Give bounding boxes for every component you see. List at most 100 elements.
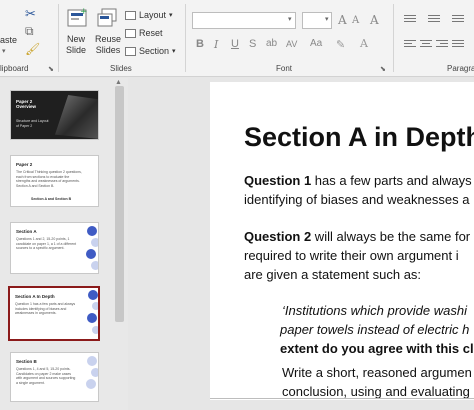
clear-formatting-icon[interactable]: A (370, 13, 379, 27)
grow-font-icon[interactable]: A (338, 13, 347, 27)
slide-thumbnail-3[interactable]: Section A Questions 1 and 2, 15-20 point… (10, 222, 99, 274)
font-size-chevron-icon[interactable]: ▾ (325, 15, 329, 23)
quote-line[interactable]: Write a short, reasoned argumen (282, 365, 472, 380)
slide-thumbnail-1[interactable]: Paper 2 Overview Structure and Layout of… (10, 90, 99, 140)
thumbnail-title: Section A In Depth (15, 294, 55, 299)
thumbnail-text: Structure and Layout of Paper 2 (16, 119, 49, 128)
paste-dropdown-icon[interactable]: ▾ (2, 47, 6, 55)
decorative-dot (91, 238, 98, 247)
section-icon (125, 46, 136, 56)
decrease-indent-icon[interactable] (452, 15, 464, 25)
quote-line[interactable]: paper towels instead of electric h (280, 322, 469, 337)
decorative-dot (92, 302, 98, 310)
decorative-dot (87, 226, 97, 236)
bold-term: Question 2 (244, 229, 312, 244)
bold-term: Question 1 (244, 173, 312, 188)
layout-label: Layout (139, 10, 167, 20)
copy-icon[interactable]: ⧉ (25, 24, 34, 39)
slide-text-line[interactable]: identifying of biases and weaknesses a (244, 192, 469, 207)
svg-text:+: + (80, 7, 88, 17)
quote-line[interactable]: ‘Institutions which provide washi (282, 303, 467, 318)
reset-button[interactable]: Reset (125, 28, 163, 38)
font-family-select[interactable] (192, 12, 296, 29)
layout-icon (125, 10, 136, 20)
thumbnail-graphic (55, 95, 98, 139)
slides-group-label: Slides (110, 64, 132, 73)
numbering-icon[interactable] (428, 15, 440, 25)
shrink-font-icon[interactable]: A (352, 15, 359, 26)
decorative-dot (91, 261, 98, 270)
thumbnail-scrollbar[interactable] (115, 86, 124, 322)
paragraph-group-label: Paragra (447, 64, 474, 73)
thumbnail-title: Section A (16, 229, 37, 234)
font-family-chevron-icon[interactable]: ▾ (288, 15, 292, 23)
thumbnail-text: Question 1 has a few parts and always in… (15, 302, 76, 315)
decorative-dot (86, 249, 96, 259)
clipboard-group-label: lipboard (0, 64, 29, 73)
slide-thumbnail-4[interactable]: Section A In Depth Question 1 has a few … (8, 286, 100, 341)
slide-text-line[interactable]: are given a statement such as: (244, 267, 421, 282)
new-slide-button[interactable]: New Slide (60, 34, 92, 56)
decorative-dot (92, 326, 98, 334)
character-spacing-button[interactable]: AV (286, 39, 297, 49)
decorative-dot (87, 313, 97, 323)
ribbon: ✂ ⧉ 🖌 aste ▾ lipboard ⬊ + New Slide Reus… (0, 0, 474, 77)
thumbnail-title: Paper 2 Overview (16, 99, 37, 109)
thumbnail-title: Section B (16, 359, 37, 364)
section-button[interactable]: Section ▾ (125, 46, 176, 56)
reuse-slides-icon[interactable] (96, 6, 118, 30)
slide-heading[interactable]: Section A in Depth (244, 122, 474, 153)
bold-button[interactable]: B (196, 38, 204, 50)
chevron-down-icon: ▾ (169, 12, 173, 19)
reuse-slides-button[interactable]: Reuse Slides (92, 34, 124, 56)
reset-icon (125, 28, 136, 38)
format-painter-icon[interactable]: 🖌 (25, 42, 40, 56)
align-center-icon[interactable] (420, 40, 432, 50)
layout-button[interactable]: Layout ▾ (125, 10, 173, 20)
slide-thumbnail-pane: Paper 2 Overview Structure and Layout of… (0, 78, 128, 410)
slide-thumbnail-5[interactable]: Section B Questions 1, 4 and 5, 15-20 po… (10, 352, 99, 402)
font-group-label: Font (276, 64, 293, 73)
scroll-up-icon[interactable]: ▲ (115, 79, 122, 86)
reset-label: Reset (139, 28, 163, 38)
line-text: are given a statement such as: (244, 267, 422, 282)
separator (58, 4, 59, 72)
decorative-dot (87, 356, 97, 366)
slide-text-line[interactable]: required to write their own argument i (244, 248, 459, 263)
highlight-icon[interactable]: ✎ (336, 38, 345, 51)
paste-button[interactable]: aste (0, 35, 18, 46)
slide-thumbnail-2[interactable]: Paper 2 The Critical Thinking question 2… (10, 155, 99, 207)
thumbnail-text: The Critical Thinking question 2 questio… (16, 170, 82, 188)
line-text: will always be the same for (311, 229, 471, 244)
canvas-divider (210, 398, 474, 399)
italic-button[interactable]: I (214, 38, 218, 51)
separator (393, 4, 394, 72)
separator (185, 4, 186, 72)
clipboard-launcher-icon[interactable]: ⬊ (48, 65, 54, 73)
decorative-dot (86, 379, 96, 389)
align-right-icon[interactable] (436, 40, 448, 50)
slide-text-line[interactable]: Question 2 will always be the same for (244, 229, 470, 244)
text-shadow-button[interactable]: ab (266, 38, 277, 49)
quote-line[interactable]: extent do you agree with this cla (280, 341, 474, 356)
new-slide-icon[interactable]: + (66, 6, 88, 30)
line-text: required to write their own argument i (244, 248, 459, 263)
slide-text-line[interactable]: Question 1 has a few parts and always (244, 173, 472, 188)
underline-button[interactable]: U (231, 38, 239, 50)
thumbnail-text: Questions 1, 4 and 5, 15-20 points. Cand… (16, 367, 76, 385)
bullets-icon[interactable] (404, 15, 416, 25)
chevron-down-icon: ▾ (172, 48, 176, 55)
thumbnail-text: Questions 1 and 2, 15-20 points, 1 candi… (16, 237, 77, 250)
change-case-button[interactable]: Aa (310, 38, 322, 49)
align-left-icon[interactable] (404, 40, 416, 50)
font-color-icon[interactable]: A (360, 37, 368, 50)
font-launcher-icon[interactable]: ⬊ (380, 65, 386, 73)
current-slide[interactable]: Section A in Depth Question 1 has a few … (210, 82, 474, 400)
thumbnail-title: Paper 2 (16, 162, 33, 167)
quote-line[interactable]: conclusion, using and evaluating (282, 384, 470, 399)
cut-icon[interactable]: ✂ (25, 6, 36, 22)
line-text: has a few parts and always (311, 173, 472, 188)
justify-icon[interactable] (452, 40, 464, 50)
strikethrough-button[interactable]: S (249, 38, 256, 50)
decorative-dot (91, 368, 98, 377)
